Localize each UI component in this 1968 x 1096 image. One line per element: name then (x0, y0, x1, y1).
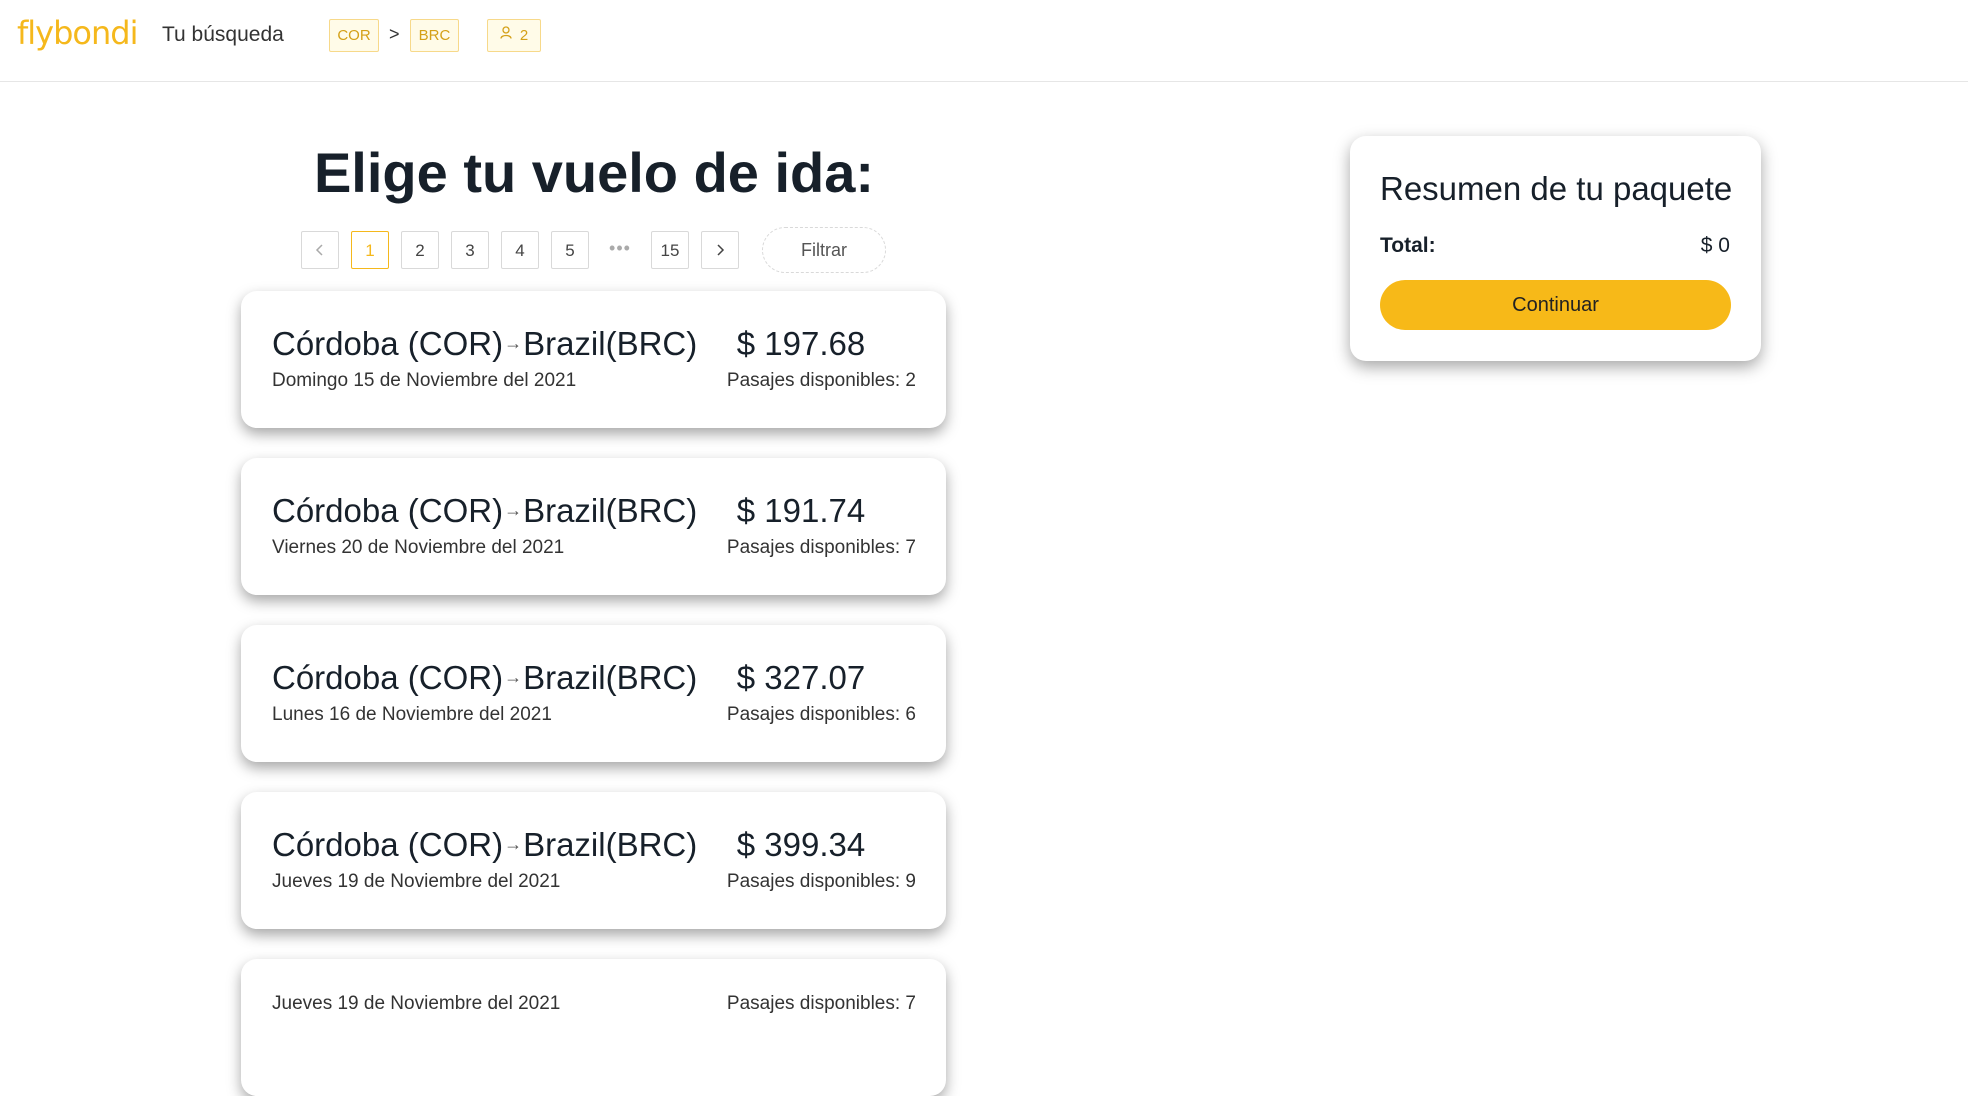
summary-title: Resumen de tu paquete (1380, 170, 1733, 207)
flight-card[interactable]: Jueves 19 de Noviembre del 2021 Pasajes … (241, 959, 946, 1096)
flight-card[interactable]: Córdoba (COR)→Brazil(BRC) Lunes 16 de No… (241, 625, 946, 762)
page-button-15[interactable]: 15 (651, 231, 689, 269)
total-label: Total: (1380, 234, 1436, 257)
flight-date: Jueves 19 de Noviembre del 2021 (272, 993, 561, 1014)
flight-destination: Brazil(BRC) (523, 325, 698, 362)
flight-price: $ 399.34 (736, 826, 866, 863)
flybondi-logo[interactable]: flybondi (17, 14, 138, 52)
flight-route: Córdoba (COR)→Brazil(BRC) (272, 826, 697, 864)
page-button-5[interactable]: 5 (551, 231, 589, 269)
flight-seats: Pasajes disponibles: 6 (726, 704, 916, 725)
flight-route: Córdoba (COR)→Brazil(BRC) (272, 325, 697, 363)
flight-origin: Córdoba (COR) (272, 659, 504, 696)
page-button-1[interactable]: 1 (351, 231, 389, 269)
chevron-left-icon (315, 244, 323, 256)
flight-price: $ 197.68 (736, 325, 866, 362)
arrow-right-icon: → (504, 333, 523, 353)
total-value: $ 0 (1700, 234, 1730, 257)
passengers-tag: 2 (487, 19, 541, 52)
flight-seats: Pasajes disponibles: 2 (726, 370, 916, 391)
user-icon (500, 19, 512, 50)
search-label: Tu búsqueda (162, 23, 284, 46)
flight-card[interactable]: Córdoba (COR)→Brazil(BRC) Jueves 19 de N… (241, 792, 946, 929)
arrow-right-icon: → (504, 500, 523, 520)
flight-price: $ 327.07 (736, 659, 866, 696)
flight-route: Córdoba (COR)→Brazil(BRC) (272, 659, 697, 697)
flight-seats: Pasajes disponibles: 9 (726, 871, 916, 892)
arrow-right-icon: → (504, 667, 523, 687)
flight-seats: Pasajes disponibles: 7 (726, 993, 916, 1014)
package-summary-card: Resumen de tu paquete Total: $ 0 Continu… (1350, 136, 1761, 361)
flight-destination: Brazil(BRC) (523, 492, 698, 529)
page-title: Elige tu vuelo de ida: (313, 141, 875, 204)
flight-seats: Pasajes disponibles: 7 (726, 537, 916, 558)
passengers-count: 2 (519, 27, 529, 44)
flight-date: Lunes 16 de Noviembre del 2021 (272, 704, 552, 725)
flight-origin: Córdoba (COR) (272, 826, 504, 863)
prev-page-button[interactable] (301, 231, 339, 269)
route-separator: > (389, 24, 400, 44)
flight-destination: Brazil(BRC) (523, 659, 698, 696)
top-header: flybondi Tu búsqueda COR > BRC 2 (0, 0, 1968, 82)
flight-date: Viernes 20 de Noviembre del 2021 (272, 537, 565, 558)
flight-date: Jueves 19 de Noviembre del 2021 (272, 871, 561, 892)
page-button-4[interactable]: 4 (501, 231, 539, 269)
flight-origin: Córdoba (COR) (272, 325, 504, 362)
page-button-2[interactable]: 2 (401, 231, 439, 269)
flight-origin: Córdoba (COR) (272, 492, 504, 529)
continue-button[interactable]: Continuar (1380, 280, 1731, 330)
flight-route: Córdoba (COR)→Brazil(BRC) (272, 492, 697, 530)
chevron-right-icon (717, 244, 725, 256)
flight-destination: Brazil(BRC) (523, 826, 698, 863)
filter-button[interactable]: Filtrar (762, 227, 886, 273)
origin-tag: COR (329, 19, 379, 52)
flight-card[interactable]: Córdoba (COR)→Brazil(BRC) Domingo 15 de … (241, 291, 946, 428)
page-button-3[interactable]: 3 (451, 231, 489, 269)
page-ellipsis[interactable]: ••• (601, 231, 639, 269)
flight-card[interactable]: Córdoba (COR)→Brazil(BRC) Viernes 20 de … (241, 458, 946, 595)
flight-price: $ 191.74 (736, 492, 866, 529)
next-page-button[interactable] (701, 231, 739, 269)
flight-date: Domingo 15 de Noviembre del 2021 (272, 370, 577, 391)
arrow-right-icon: → (504, 834, 523, 854)
destination-tag: BRC (410, 19, 459, 52)
